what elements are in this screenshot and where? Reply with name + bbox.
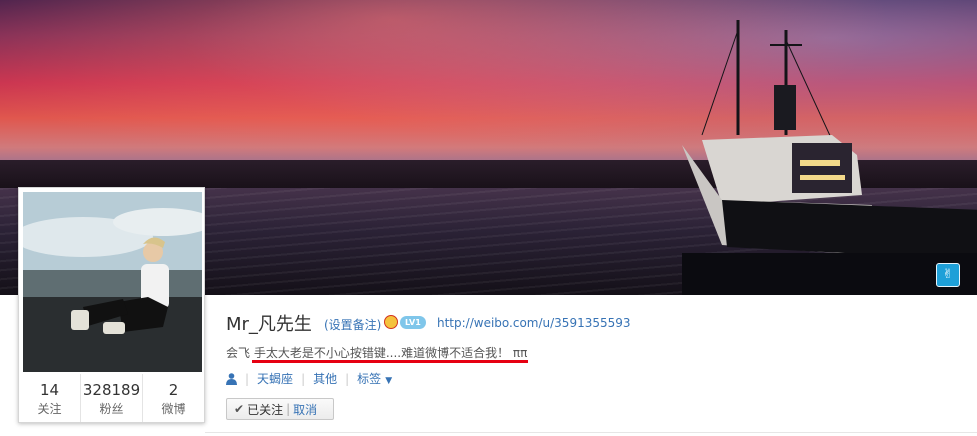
- stat-posts-label: 微博: [161, 402, 186, 416]
- cover-edit-icon[interactable]: ✌: [936, 263, 960, 287]
- tags-dropdown-label: 标签: [357, 372, 382, 386]
- button-divider: |: [286, 402, 291, 416]
- profile-tags: | 天蝎座 | 其他 | 标签 ▼: [226, 370, 392, 387]
- followed-label[interactable]: 已关注: [247, 401, 283, 418]
- avatar-card: 14 关注 328189 粉丝 2 微博: [18, 187, 205, 423]
- tag-separator: |: [345, 371, 350, 386]
- stat-following[interactable]: 14 关注: [19, 374, 81, 422]
- stat-following-count: 14: [39, 381, 60, 399]
- stats-bar: 14 关注 328189 粉丝 2 微博: [19, 374, 204, 422]
- profile-url-link[interactable]: http://weibo.com/u/3591355593: [437, 316, 631, 330]
- bio-highlight-underline: [252, 360, 528, 363]
- stat-posts[interactable]: 2 微博: [143, 374, 204, 422]
- ship-silhouette: [682, 20, 977, 295]
- tag-constellation[interactable]: 天蝎座: [257, 370, 293, 387]
- avatar-photo: [23, 192, 202, 372]
- person-icon: [226, 372, 237, 385]
- check-icon: ✔: [234, 402, 245, 416]
- stat-followers-count: 328189: [82, 381, 141, 399]
- follow-status-button: ✔ 已关注 | 取消: [226, 398, 334, 420]
- tag-separator: |: [301, 371, 306, 386]
- tag-separator: |: [245, 371, 250, 386]
- badges: LV1: [384, 315, 426, 329]
- tag-other[interactable]: 其他: [313, 370, 337, 387]
- set-remark-link[interactable]: (设置备注): [324, 316, 381, 333]
- profile-name: Mr_凡先生: [226, 314, 312, 335]
- profile-bio: 会飞 手太大老是不小心按错键....难道微博不适合我！ ππ: [226, 346, 528, 360]
- stat-following-label: 关注: [37, 402, 62, 416]
- tags-dropdown[interactable]: 标签 ▼: [357, 370, 392, 387]
- stat-posts-count: 2: [168, 381, 179, 399]
- stat-followers[interactable]: 328189 粉丝: [81, 374, 143, 422]
- divider-line: [205, 432, 977, 433]
- unfollow-button[interactable]: 取消: [293, 401, 317, 418]
- level-badge[interactable]: LV1: [400, 315, 426, 329]
- chevron-down-icon: ▼: [385, 376, 393, 386]
- crown-icon[interactable]: [384, 315, 398, 329]
- avatar[interactable]: [23, 192, 202, 372]
- stat-followers-label: 粉丝: [99, 402, 124, 416]
